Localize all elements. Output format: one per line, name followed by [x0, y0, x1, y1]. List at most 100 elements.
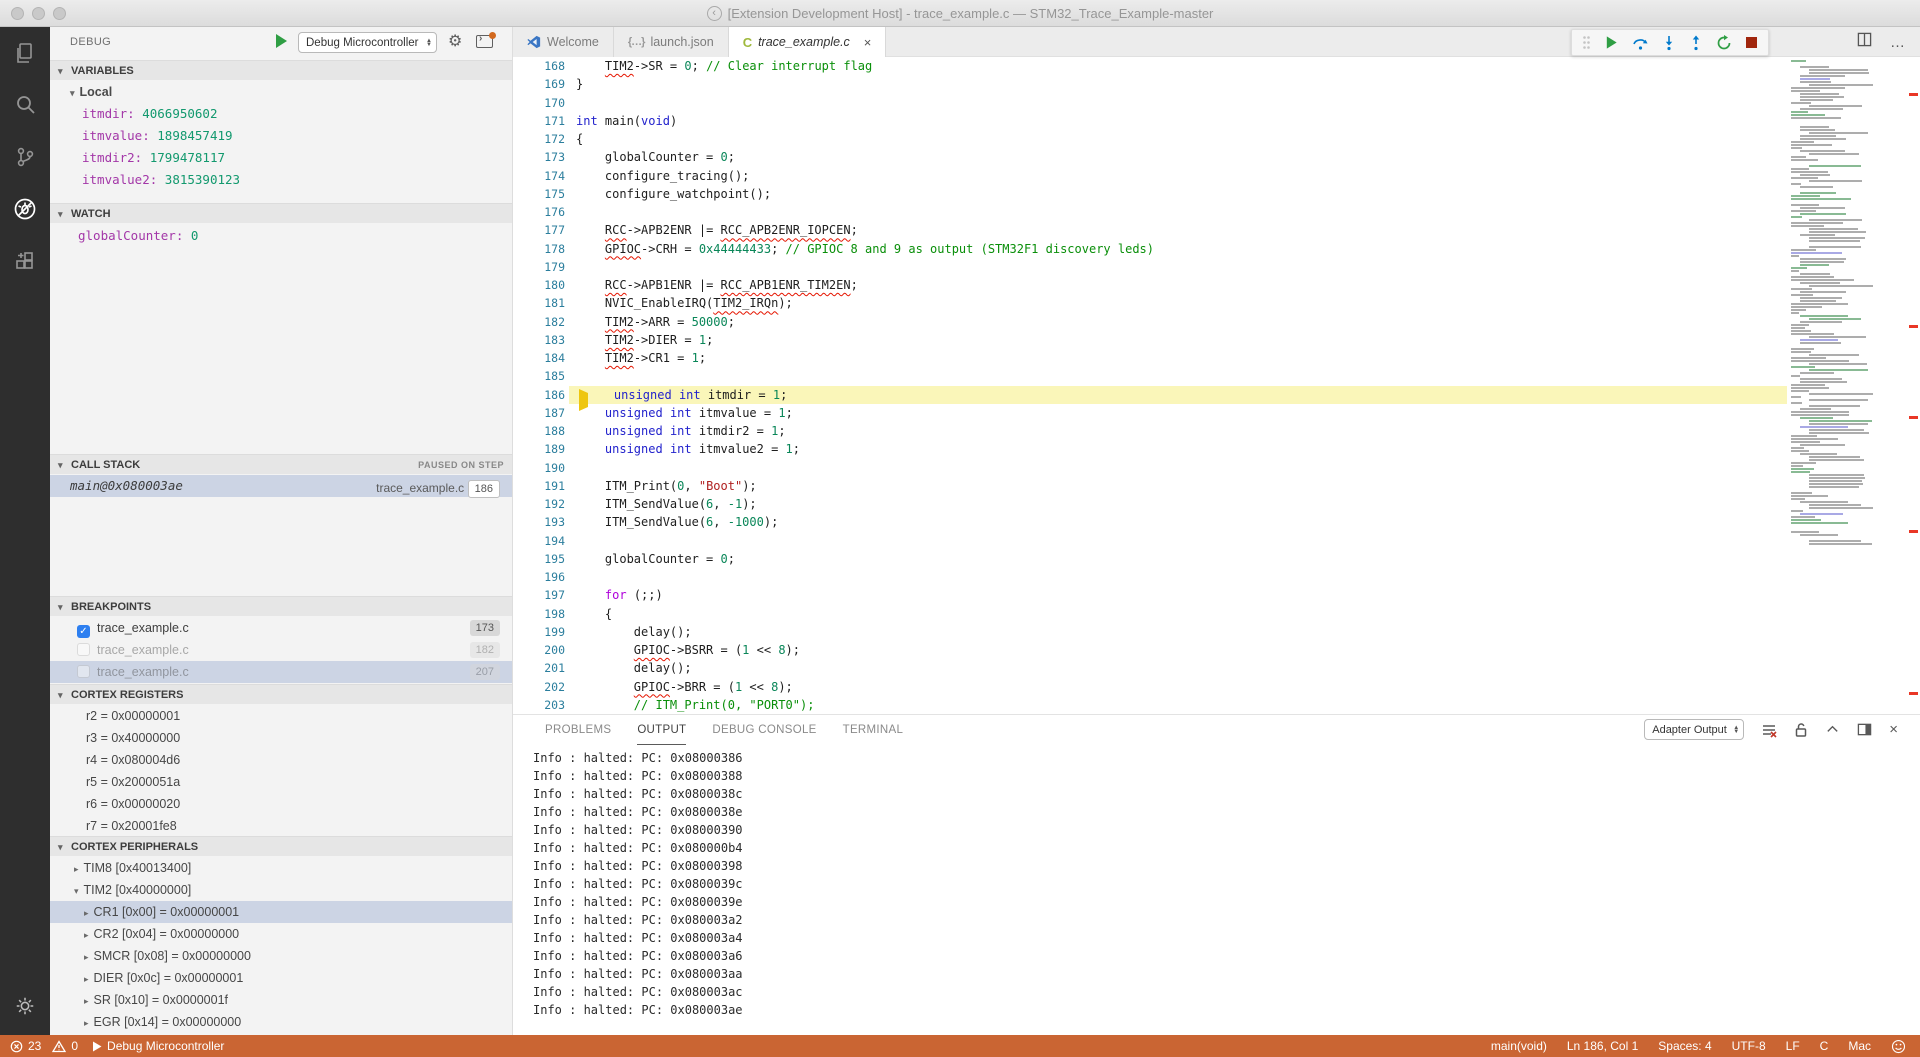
code-line[interactable]: 201 delay();: [513, 659, 1787, 677]
section-cortex-peripherals[interactable]: ▾ CORTEX PERIPHERALS: [50, 836, 512, 856]
code-line[interactable]: 200 GPIOC->BSRR = (1 << 8);: [513, 641, 1787, 659]
code-line[interactable]: 176: [513, 203, 1787, 221]
step-over-icon[interactable]: [1632, 35, 1649, 51]
problems-status[interactable]: 23 0: [10, 1039, 78, 1053]
settings-gear-icon[interactable]: [0, 995, 50, 1017]
debug-console-toggle-icon[interactable]: [476, 35, 493, 48]
more-actions-icon[interactable]: …: [1890, 34, 1906, 51]
panel-layout-icon[interactable]: [1857, 722, 1872, 737]
feedback-smiley-icon[interactable]: [1891, 1039, 1906, 1054]
panel-tab-terminal[interactable]: TERMINAL: [843, 715, 904, 745]
code-line[interactable]: 193 ITM_SendValue(6, -1000);: [513, 513, 1787, 531]
status-item[interactable]: main(void): [1491, 1039, 1547, 1053]
code-line[interactable]: 170: [513, 94, 1787, 112]
code-line[interactable]: 179: [513, 258, 1787, 276]
output-channel-dropdown[interactable]: Adapter Output ▲▼: [1644, 719, 1744, 740]
debug-icon[interactable]: [0, 183, 50, 235]
maximize-panel-icon[interactable]: [1825, 722, 1840, 737]
code-line[interactable]: 203 // ITM_Print(0, "PORT0");: [513, 696, 1787, 714]
peripheral-row[interactable]: ▸TIM8 [0x40013400]: [50, 857, 512, 879]
code-area[interactable]: 168 TIM2->SR = 0; // Clear interrupt fla…: [513, 57, 1787, 714]
peripheral-row[interactable]: ▸DIER [0x0c] = 0x00000001: [50, 967, 512, 989]
code-line[interactable]: 186 unsigned int itmdir = 1;: [513, 386, 1787, 404]
section-variables[interactable]: ▾ VARIABLES: [50, 60, 512, 80]
breakpoint-row[interactable]: trace_example.c 207: [50, 661, 512, 683]
breakpoint-checkbox[interactable]: [77, 643, 90, 656]
explorer-icon[interactable]: [0, 27, 50, 79]
code-line[interactable]: 192 ITM_SendValue(6, -1);: [513, 495, 1787, 513]
peripheral-row[interactable]: ▸SMCR [0x08] = 0x00000000: [50, 945, 512, 967]
expand-icon[interactable]: ▸: [84, 1018, 89, 1028]
code-line[interactable]: 178 GPIOC->CRH = 0x44444433; // GPIOC 8 …: [513, 240, 1787, 258]
breakpoint-row[interactable]: trace_example.c 182: [50, 639, 512, 661]
breakpoint-row[interactable]: ✓trace_example.c 173: [50, 617, 512, 639]
start-debug-button[interactable]: [276, 34, 287, 48]
status-item[interactable]: UTF-8: [1732, 1039, 1766, 1053]
code-line[interactable]: 181 NVIC_EnableIRQ(TIM2_IRQn);: [513, 294, 1787, 312]
code-line[interactable]: 189 unsigned int itmvalue2 = 1;: [513, 440, 1787, 458]
watch-row[interactable]: globalCounter: 0: [50, 225, 512, 247]
expand-icon[interactable]: ▸: [84, 930, 89, 940]
call-stack-frame[interactable]: main@0x080003ae trace_example.c 186: [50, 475, 512, 497]
status-item[interactable]: Spaces: 4: [1658, 1039, 1711, 1053]
code-line[interactable]: 171int main(void): [513, 112, 1787, 130]
output-log[interactable]: Info : halted: PC: 0x08000386Info : halt…: [533, 749, 1873, 1019]
panel-tab-output[interactable]: OUTPUT: [637, 715, 686, 745]
expand-icon[interactable]: ▸: [84, 974, 89, 984]
code-line[interactable]: 195 globalCounter = 0;: [513, 550, 1787, 568]
register-row[interactable]: r3 = 0x40000000: [50, 727, 512, 749]
restart-icon[interactable]: [1716, 35, 1732, 51]
code-line[interactable]: 177 RCC->APB2ENR |= RCC_APB2ENR_IOPCEN;: [513, 221, 1787, 239]
section-call-stack[interactable]: ▾ CALL STACK PAUSED ON STEP: [50, 454, 512, 474]
peripheral-row[interactable]: ▸SR [0x10] = 0x0000001f: [50, 989, 512, 1011]
expand-icon[interactable]: ▸: [84, 908, 89, 918]
expand-icon[interactable]: ▸: [84, 952, 89, 962]
variables-scope-local[interactable]: ▾Local: [50, 81, 512, 103]
peripheral-row[interactable]: ▸CR2 [0x04] = 0x00000000: [50, 923, 512, 945]
tab-trace-example-c[interactable]: Ctrace_example.c ×: [729, 27, 887, 57]
step-into-icon[interactable]: [1662, 35, 1676, 51]
status-item[interactable]: Ln 186, Col 1: [1567, 1039, 1638, 1053]
expand-icon[interactable]: ▸: [84, 996, 89, 1006]
code-line[interactable]: 188 unsigned int itmdir2 = 1;: [513, 422, 1787, 440]
extensions-icon[interactable]: [0, 235, 50, 287]
register-row[interactable]: r2 = 0x00000001: [50, 705, 512, 727]
clear-output-icon[interactable]: [1761, 722, 1777, 738]
panel-tab-problems[interactable]: PROBLEMS: [545, 715, 611, 745]
code-line[interactable]: 185: [513, 367, 1787, 385]
continue-icon[interactable]: [1604, 35, 1619, 50]
breakpoint-checkbox[interactable]: [77, 665, 90, 678]
register-row[interactable]: r5 = 0x2000051a: [50, 771, 512, 793]
code-line[interactable]: 198 {: [513, 605, 1787, 623]
breakpoint-checkbox[interactable]: ✓: [77, 625, 90, 638]
step-out-icon[interactable]: [1689, 35, 1703, 51]
minimap[interactable]: [1787, 60, 1891, 568]
code-line[interactable]: 175 configure_watchpoint();: [513, 185, 1787, 203]
configure-gear-icon[interactable]: ⚙: [448, 31, 462, 50]
code-line[interactable]: 199 delay();: [513, 623, 1787, 641]
register-row[interactable]: r6 = 0x00000020: [50, 793, 512, 815]
code-line[interactable]: 191 ITM_Print(0, "Boot");: [513, 477, 1787, 495]
variable-row[interactable]: itmdir: 4066950602: [50, 103, 512, 125]
search-icon[interactable]: [0, 79, 50, 131]
split-editor-icon[interactable]: [1857, 32, 1872, 52]
code-line[interactable]: 184 TIM2->CR1 = 1;: [513, 349, 1787, 367]
tab-launch-json[interactable]: {…}launch.json: [614, 27, 729, 57]
close-panel-icon[interactable]: ×: [1889, 721, 1898, 738]
code-line[interactable]: 168 TIM2->SR = 0; // Clear interrupt fla…: [513, 57, 1787, 75]
peripheral-row[interactable]: ▾TIM2 [0x40000000]: [50, 879, 512, 901]
close-tab-icon[interactable]: ×: [864, 35, 872, 50]
status-item[interactable]: LF: [1786, 1039, 1800, 1053]
peripheral-row[interactable]: ▸CR1 [0x00] = 0x00000001: [50, 901, 512, 923]
section-watch[interactable]: ▾ WATCH: [50, 203, 512, 223]
section-cortex-registers[interactable]: ▾ CORTEX REGISTERS: [50, 684, 512, 704]
code-line[interactable]: 173 globalCounter = 0;: [513, 148, 1787, 166]
code-line[interactable]: 194: [513, 532, 1787, 550]
stop-icon[interactable]: [1745, 36, 1758, 49]
variable-row[interactable]: itmvalue2: 3815390123: [50, 169, 512, 191]
status-item[interactable]: Mac: [1848, 1039, 1871, 1053]
register-row[interactable]: r7 = 0x20001fe8: [50, 815, 512, 837]
code-line[interactable]: 183 TIM2->DIER = 1;: [513, 331, 1787, 349]
code-line[interactable]: 197 for (;;): [513, 586, 1787, 604]
code-line[interactable]: 182 TIM2->ARR = 50000;: [513, 313, 1787, 331]
